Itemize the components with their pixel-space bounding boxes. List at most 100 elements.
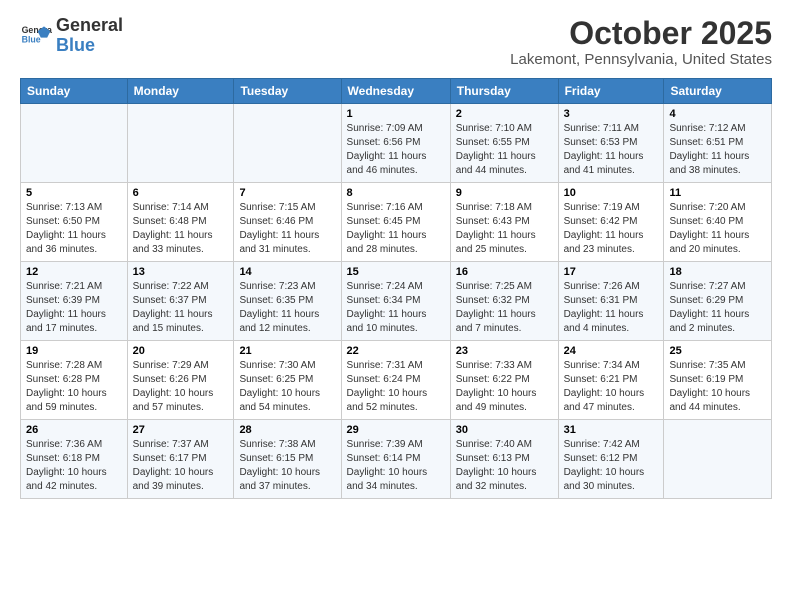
day-number: 6	[133, 187, 229, 199]
day-info: Sunrise: 7:38 AM Sunset: 6:15 PM Dayligh…	[239, 438, 335, 494]
calendar-cell: 2 Sunrise: 7:10 AM Sunset: 6:55 PM Daylig…	[450, 104, 558, 183]
calendar-cell: 6 Sunrise: 7:14 AM Sunset: 6:48 PM Daylig…	[127, 183, 234, 262]
col-header-tuesday: Tuesday	[234, 79, 341, 104]
calendar-cell: 17 Sunrise: 7:26 AM Sunset: 6:31 PM Dayli…	[558, 262, 664, 341]
day-info: Sunrise: 7:14 AM Sunset: 6:48 PM Dayligh…	[133, 201, 229, 257]
day-number: 1	[347, 108, 445, 120]
calendar-cell: 19 Sunrise: 7:28 AM Sunset: 6:28 PM Dayli…	[21, 341, 128, 420]
calendar-cell: 28 Sunrise: 7:38 AM Sunset: 6:15 PM Dayli…	[234, 420, 341, 499]
day-info: Sunrise: 7:20 AM Sunset: 6:40 PM Dayligh…	[669, 201, 766, 257]
day-info: Sunrise: 7:29 AM Sunset: 6:26 PM Dayligh…	[133, 359, 229, 415]
day-number: 19	[26, 345, 122, 357]
calendar-table: SundayMondayTuesdayWednesdayThursdayFrid…	[20, 78, 772, 499]
logo-text: General Blue	[56, 16, 123, 56]
calendar-week-2: 5Sunrise: 7:13 AM Sunset: 6:50 PM Daylig…	[21, 183, 772, 262]
calendar-cell: 23 Sunrise: 7:33 AM Sunset: 6:22 PM Dayli…	[450, 341, 558, 420]
day-number: 26	[26, 424, 122, 436]
day-number: 11	[669, 187, 766, 199]
calendar-week-3: 12 Sunrise: 7:21 AM Sunset: 6:39 PM Dayli…	[21, 262, 772, 341]
calendar-cell	[127, 104, 234, 183]
calendar-cell	[664, 420, 772, 499]
day-info: Sunrise: 7:42 AM Sunset: 6:12 PM Dayligh…	[564, 438, 659, 494]
calendar-cell: 4 Sunrise: 7:12 AM Sunset: 6:51 PM Daylig…	[664, 104, 772, 183]
day-info: Sunrise: 7:35 AM Sunset: 6:19 PM Dayligh…	[669, 359, 766, 415]
calendar-week-4: 19 Sunrise: 7:28 AM Sunset: 6:28 PM Dayli…	[21, 341, 772, 420]
calendar-header-row: SundayMondayTuesdayWednesdayThursdayFrid…	[21, 79, 772, 104]
day-info: Sunrise: 7:28 AM Sunset: 6:28 PM Dayligh…	[26, 359, 122, 415]
col-header-friday: Friday	[558, 79, 664, 104]
calendar-cell: 20 Sunrise: 7:29 AM Sunset: 6:26 PM Dayli…	[127, 341, 234, 420]
location: Lakemont, Pennsylvania, United States	[510, 51, 772, 68]
day-info: Sunrise: 7:15 AM Sunset: 6:46 PM Dayligh…	[239, 201, 335, 257]
title-block: October 2025 Lakemont, Pennsylvania, Uni…	[510, 16, 772, 68]
day-number: 22	[347, 345, 445, 357]
day-number: 27	[133, 424, 229, 436]
calendar-cell: 1 Sunrise: 7:09 AM Sunset: 6:56 PM Daylig…	[341, 104, 450, 183]
day-info: Sunrise: 7:09 AM Sunset: 6:56 PM Dayligh…	[347, 122, 445, 178]
day-info: Sunrise: 7:24 AM Sunset: 6:34 PM Dayligh…	[347, 280, 445, 336]
calendar-cell: 26 Sunrise: 7:36 AM Sunset: 6:18 PM Dayli…	[21, 420, 128, 499]
calendar-cell: 18 Sunrise: 7:27 AM Sunset: 6:29 PM Dayli…	[664, 262, 772, 341]
day-info: Sunrise: 7:34 AM Sunset: 6:21 PM Dayligh…	[564, 359, 659, 415]
calendar-week-1: 1 Sunrise: 7:09 AM Sunset: 6:56 PM Daylig…	[21, 104, 772, 183]
day-info: Sunrise: 7:26 AM Sunset: 6:31 PM Dayligh…	[564, 280, 659, 336]
day-number: 16	[456, 266, 553, 278]
col-header-monday: Monday	[127, 79, 234, 104]
day-number: 15	[347, 266, 445, 278]
day-number: 23	[456, 345, 553, 357]
day-info: Sunrise: 7:11 AM Sunset: 6:53 PM Dayligh…	[564, 122, 659, 178]
day-number: 17	[564, 266, 659, 278]
calendar-cell: 21Sunrise: 7:30 AM Sunset: 6:25 PM Dayli…	[234, 341, 341, 420]
day-number: 30	[456, 424, 553, 436]
logo-icon: General Blue	[20, 20, 52, 52]
day-number: 3	[564, 108, 659, 120]
day-info: Sunrise: 7:22 AM Sunset: 6:37 PM Dayligh…	[133, 280, 229, 336]
calendar-cell: 30Sunrise: 7:40 AM Sunset: 6:13 PM Dayli…	[450, 420, 558, 499]
day-info: Sunrise: 7:19 AM Sunset: 6:42 PM Dayligh…	[564, 201, 659, 257]
day-info: Sunrise: 7:36 AM Sunset: 6:18 PM Dayligh…	[26, 438, 122, 494]
logo: General Blue General Blue	[20, 16, 123, 56]
day-number: 2	[456, 108, 553, 120]
day-number: 4	[669, 108, 766, 120]
day-number: 9	[456, 187, 553, 199]
calendar-cell: 16 Sunrise: 7:25 AM Sunset: 6:32 PM Dayli…	[450, 262, 558, 341]
day-info: Sunrise: 7:37 AM Sunset: 6:17 PM Dayligh…	[133, 438, 229, 494]
calendar-cell: 7 Sunrise: 7:15 AM Sunset: 6:46 PM Daylig…	[234, 183, 341, 262]
day-info: Sunrise: 7:39 AM Sunset: 6:14 PM Dayligh…	[347, 438, 445, 494]
day-info: Sunrise: 7:27 AM Sunset: 6:29 PM Dayligh…	[669, 280, 766, 336]
calendar-cell: 22Sunrise: 7:31 AM Sunset: 6:24 PM Dayli…	[341, 341, 450, 420]
day-info: Sunrise: 7:25 AM Sunset: 6:32 PM Dayligh…	[456, 280, 553, 336]
calendar-cell: 5Sunrise: 7:13 AM Sunset: 6:50 PM Daylig…	[21, 183, 128, 262]
calendar-cell: 15 Sunrise: 7:24 AM Sunset: 6:34 PM Dayli…	[341, 262, 450, 341]
calendar-cell: 13 Sunrise: 7:22 AM Sunset: 6:37 PM Dayli…	[127, 262, 234, 341]
day-number: 25	[669, 345, 766, 357]
day-number: 8	[347, 187, 445, 199]
day-number: 28	[239, 424, 335, 436]
col-header-saturday: Saturday	[664, 79, 772, 104]
calendar-cell: 10Sunrise: 7:19 AM Sunset: 6:42 PM Dayli…	[558, 183, 664, 262]
day-number: 18	[669, 266, 766, 278]
day-number: 7	[239, 187, 335, 199]
day-info: Sunrise: 7:16 AM Sunset: 6:45 PM Dayligh…	[347, 201, 445, 257]
day-number: 14	[239, 266, 335, 278]
day-info: Sunrise: 7:12 AM Sunset: 6:51 PM Dayligh…	[669, 122, 766, 178]
day-info: Sunrise: 7:18 AM Sunset: 6:43 PM Dayligh…	[456, 201, 553, 257]
day-info: Sunrise: 7:33 AM Sunset: 6:22 PM Dayligh…	[456, 359, 553, 415]
svg-text:Blue: Blue	[22, 34, 41, 44]
day-number: 20	[133, 345, 229, 357]
day-number: 5	[26, 187, 122, 199]
col-header-thursday: Thursday	[450, 79, 558, 104]
calendar-cell: 25 Sunrise: 7:35 AM Sunset: 6:19 PM Dayli…	[664, 341, 772, 420]
col-header-sunday: Sunday	[21, 79, 128, 104]
page-header: General Blue General Blue October 2025 L…	[20, 16, 772, 68]
day-info: Sunrise: 7:21 AM Sunset: 6:39 PM Dayligh…	[26, 280, 122, 336]
day-number: 13	[133, 266, 229, 278]
calendar-cell: 9 Sunrise: 7:18 AM Sunset: 6:43 PM Daylig…	[450, 183, 558, 262]
calendar-cell: 3 Sunrise: 7:11 AM Sunset: 6:53 PM Daylig…	[558, 104, 664, 183]
day-number: 12	[26, 266, 122, 278]
day-info: Sunrise: 7:10 AM Sunset: 6:55 PM Dayligh…	[456, 122, 553, 178]
calendar-cell: 12 Sunrise: 7:21 AM Sunset: 6:39 PM Dayli…	[21, 262, 128, 341]
calendar-cell	[234, 104, 341, 183]
month-title: October 2025	[510, 16, 772, 51]
calendar-cell	[21, 104, 128, 183]
